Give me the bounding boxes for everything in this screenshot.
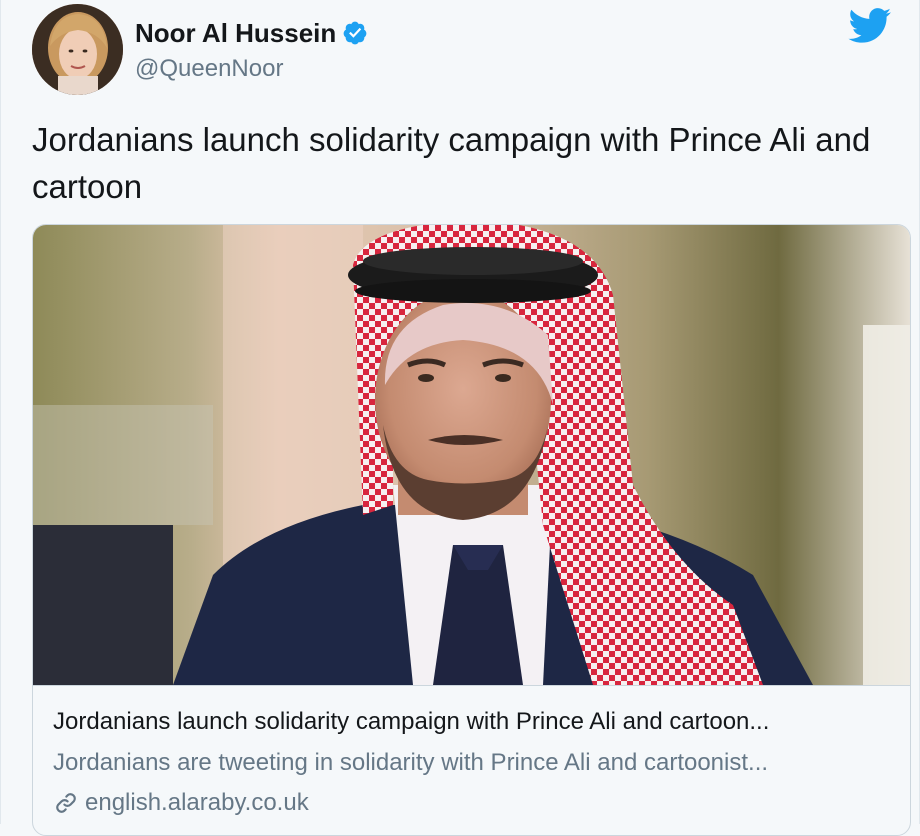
card-title[interactable]: Jordanians launch solidarity campaign wi… [53,708,769,736]
name-row: Noor Al Hussein [135,18,368,48]
display-name[interactable]: Noor Al Hussein [135,18,336,48]
tweet-text: Jordanians launch solidarity campaign wi… [32,121,871,205]
avatar[interactable] [32,4,123,95]
verified-badge-icon [343,21,367,45]
twitter-bird-icon[interactable] [848,8,892,44]
link-card[interactable]: Jordanians launch solidarity campaign wi… [32,224,911,836]
card-description: Jordanians are tweeting in solidarity wi… [53,749,769,776]
link-icon [56,793,76,813]
user-handle[interactable]: @QueenNoor [135,55,283,83]
avatar-photo [32,4,123,95]
card-body[interactable]: Jordanians launch solidarity campaign wi… [33,685,910,816]
card-photo [33,225,910,685]
card-domain[interactable]: english.alaraby.co.uk [85,789,309,817]
tweet-header: Noor Al Hussein @QueenNoor [32,4,892,96]
card-image[interactable] [33,225,910,685]
card-domain-link[interactable]: english.alaraby.co.uk [53,789,309,817]
tweet-embed[interactable]: Noor Al Hussein @QueenNoor Jordanians la… [0,0,920,836]
